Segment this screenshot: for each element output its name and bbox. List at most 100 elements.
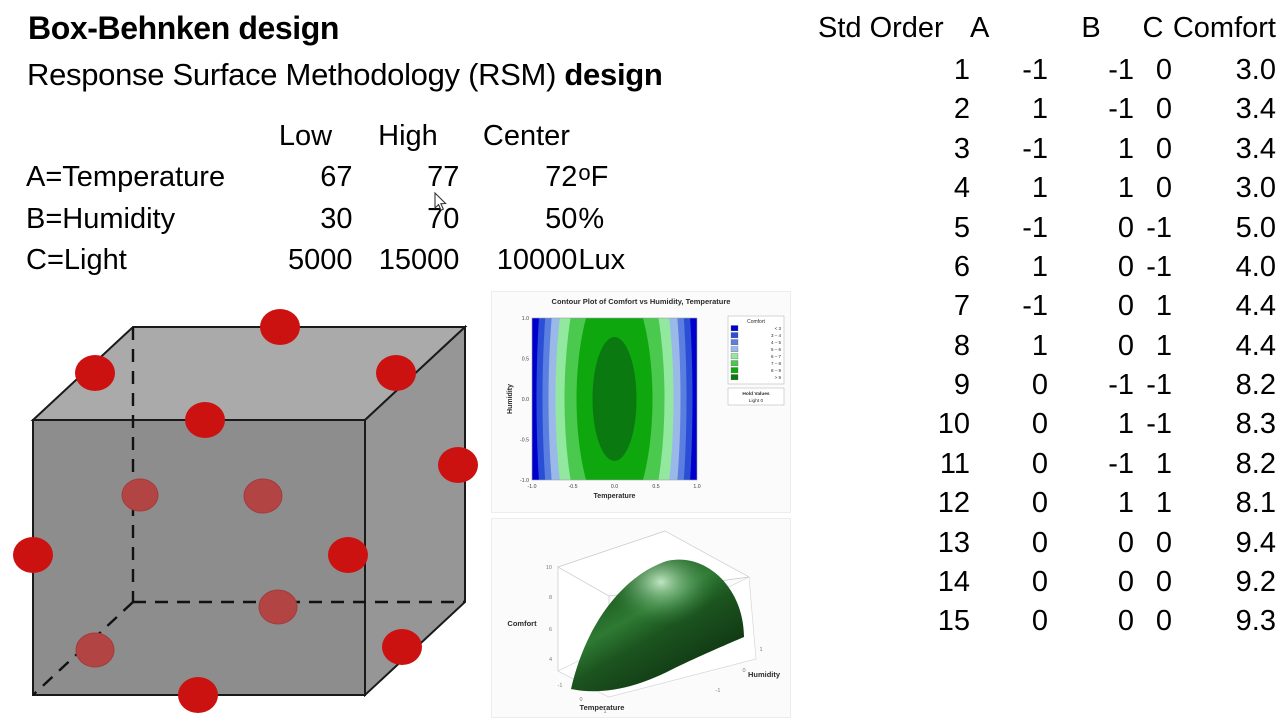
svg-text:10: 10: [546, 565, 552, 571]
factor-unit-text: F: [590, 161, 609, 194]
page-subtitle-bold: design: [564, 57, 663, 92]
surface-z-ticks: 10 8 6 4: [546, 565, 552, 663]
factor-header-high: High: [378, 120, 438, 152]
cell-c: -1: [1146, 408, 1172, 441]
cell-a: -1: [1022, 290, 1048, 323]
cell-c: 0: [1155, 605, 1172, 638]
table-row: 4 1 1 0 3.0: [818, 169, 1276, 208]
page-subtitle: Response Surface Methodology (RSM) desig…: [27, 57, 663, 93]
factor-levels-table: Low High Center A=Temperature 67 77 72 o…: [26, 117, 641, 283]
factor-table-header-row: Low High Center: [26, 117, 641, 158]
cube-point-right-back-vertical: [438, 447, 478, 483]
cell-c: 0: [1155, 565, 1172, 598]
cube-point-hidden-left-top: [121, 478, 159, 512]
svg-text:6 – 7: 6 – 7: [771, 354, 782, 359]
factor-row-humidity: B=Humidity 30 70 50 %: [26, 200, 641, 241]
factor-unit-text: Lux: [578, 244, 626, 277]
cube-point-hidden-center: [243, 478, 283, 514]
contour-x-ticks: -1.0 -0.5 0.0 0.5 1.0: [528, 484, 701, 490]
cell-std: 3: [953, 132, 970, 165]
cell-b: 1: [1117, 132, 1134, 165]
svg-text:1.0: 1.0: [693, 484, 700, 490]
cell-a: 1: [1031, 93, 1048, 126]
cube-point-top-back: [260, 309, 300, 345]
cube-point-front-left-vertical: [13, 537, 53, 573]
factor-name: B=Humidity: [26, 202, 176, 235]
cell-b: 0: [1117, 250, 1134, 283]
factor-unit-text: %: [578, 202, 605, 235]
svg-text:-1: -1: [558, 683, 563, 689]
svg-text:3 – 4: 3 – 4: [771, 333, 782, 338]
surface-ylabel: Humidity: [748, 670, 781, 679]
cube-point-bottom-right-edge: [382, 629, 422, 665]
cell-std: 10: [937, 408, 970, 441]
cube-point-hidden-bottom-left: [75, 632, 115, 668]
cell-comfort: 4.0: [1235, 250, 1276, 283]
contour-xlabel: Temperature: [594, 493, 636, 500]
svg-text:6: 6: [549, 627, 552, 633]
svg-text:5 – 6: 5 – 6: [771, 347, 782, 352]
cell-a: 1: [1031, 172, 1048, 205]
cell-b: 1: [1117, 408, 1134, 441]
factor-header-center: Center: [482, 120, 570, 152]
svg-text:7 – 8: 7 – 8: [771, 361, 782, 366]
factor-header-low: Low: [278, 120, 333, 152]
cell-comfort: 9.3: [1235, 605, 1276, 638]
factor-low: 30: [320, 202, 353, 235]
svg-text:1: 1: [759, 647, 762, 653]
factor-unit: oF: [577, 158, 641, 199]
table-row: 15 0 0 0 9.3: [818, 602, 1276, 641]
svg-text:< 3: < 3: [775, 326, 782, 331]
factor-name: C=Light: [26, 244, 127, 277]
table-row: 10 0 1 -1 8.3: [818, 405, 1276, 444]
factor-high: 70: [427, 202, 460, 235]
cell-std: 8: [953, 329, 970, 362]
svg-text:4 – 5: 4 – 5: [771, 340, 782, 345]
cell-a: 1: [1031, 329, 1048, 362]
box-behnken-cube-diagram: [13, 309, 478, 713]
contour-hold-values-text: Light 0: [749, 398, 764, 404]
cell-std: 13: [937, 526, 970, 559]
factor-center: 72: [545, 161, 578, 194]
svg-text:8: 8: [549, 595, 552, 601]
table-row: 6 1 0 -1 4.0: [818, 248, 1276, 287]
col-header-std-order: Std Order: [818, 12, 944, 44]
cell-std: 14: [937, 565, 970, 598]
cell-comfort: 3.0: [1235, 54, 1276, 86]
cell-a: 0: [1031, 605, 1048, 638]
table-row: 7 -1 0 1 4.4: [818, 287, 1276, 326]
cell-comfort: 8.3: [1235, 408, 1276, 441]
cell-a: 0: [1031, 487, 1048, 520]
cell-c: 0: [1155, 132, 1172, 165]
cell-comfort: 3.4: [1235, 93, 1276, 126]
cell-std: 9: [953, 369, 970, 401]
surface-plot-panel: 10 8 6 4 Comfort -1 0 1 Temperature 1 0 …: [491, 518, 791, 718]
cell-a: 0: [1031, 447, 1048, 480]
cell-b: 0: [1117, 565, 1134, 598]
cell-comfort: 3.4: [1235, 132, 1276, 165]
cell-std: 7: [953, 290, 970, 323]
contour-plot-panel: Contour Plot of Comfort vs Humidity, Tem…: [491, 291, 791, 513]
cell-c: -1: [1146, 369, 1172, 401]
cell-b: 0: [1117, 290, 1134, 323]
cell-c: 0: [1155, 93, 1172, 126]
cell-std: 15: [937, 605, 970, 638]
design-table-body: 1 -1 -1 0 3.0 2 1 -1 0 3.4 3 -1 1 0 3.4: [818, 51, 1276, 642]
svg-text:-0.5: -0.5: [520, 438, 529, 444]
cell-b: 0: [1117, 526, 1134, 559]
cell-std: 2: [953, 93, 970, 126]
cell-b: -1: [1108, 54, 1134, 86]
contour-bands: [532, 318, 697, 480]
cell-comfort: 8.2: [1235, 447, 1276, 480]
factor-header-blank: [26, 117, 258, 158]
factor-name: A=Temperature: [26, 161, 226, 194]
table-row: 1 -1 -1 0 3.0: [818, 51, 1276, 90]
col-header-a: A: [970, 12, 990, 44]
contour-y-ticks: 1.0 0.5 0.0 -0.5 -1.0: [520, 316, 529, 484]
page-title: Box-Behnken design: [28, 10, 340, 46]
cell-b: -1: [1108, 93, 1134, 126]
table-row: 12 0 1 1 8.1: [818, 484, 1276, 523]
cell-comfort: 8.1: [1235, 487, 1276, 520]
factor-low: 5000: [287, 244, 353, 277]
cell-c: -1: [1146, 250, 1172, 283]
